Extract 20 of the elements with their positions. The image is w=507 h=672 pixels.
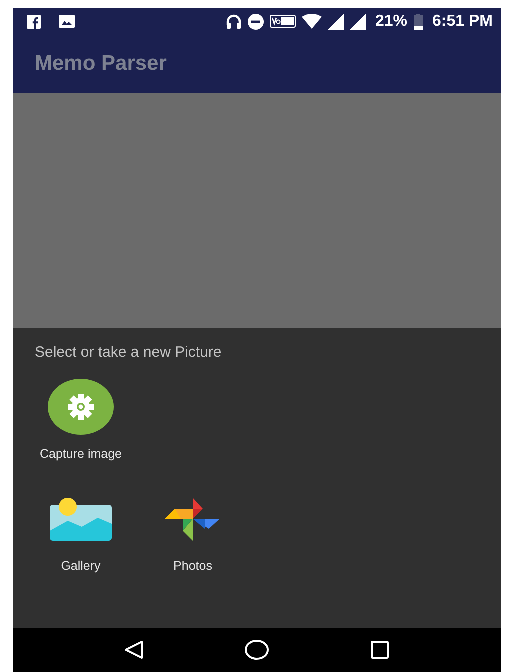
home-icon[interactable] bbox=[244, 640, 269, 660]
image-icon bbox=[59, 15, 75, 28]
gear-icon bbox=[48, 379, 114, 435]
headset-icon bbox=[226, 14, 242, 30]
wifi-icon bbox=[302, 14, 322, 29]
app-option[interactable]: Photos bbox=[137, 491, 249, 573]
battery-percentage: 21% bbox=[376, 12, 408, 30]
sheet-title: Select or take a new Picture bbox=[35, 344, 223, 361]
app-option[interactable]: Gallery bbox=[25, 491, 137, 573]
do-not-disturb-icon bbox=[248, 14, 264, 30]
battery-icon bbox=[414, 14, 423, 30]
signal-icon bbox=[328, 14, 344, 30]
app-option[interactable]: Capture image bbox=[25, 379, 137, 461]
signal-icon bbox=[350, 14, 366, 30]
clock-time: 6:51 PM bbox=[432, 12, 493, 30]
facebook-icon bbox=[27, 14, 41, 28]
app-title: Memo Parser bbox=[35, 52, 167, 76]
recents-icon[interactable] bbox=[370, 640, 390, 660]
back-icon[interactable] bbox=[124, 640, 144, 660]
volte-icon bbox=[270, 15, 296, 28]
